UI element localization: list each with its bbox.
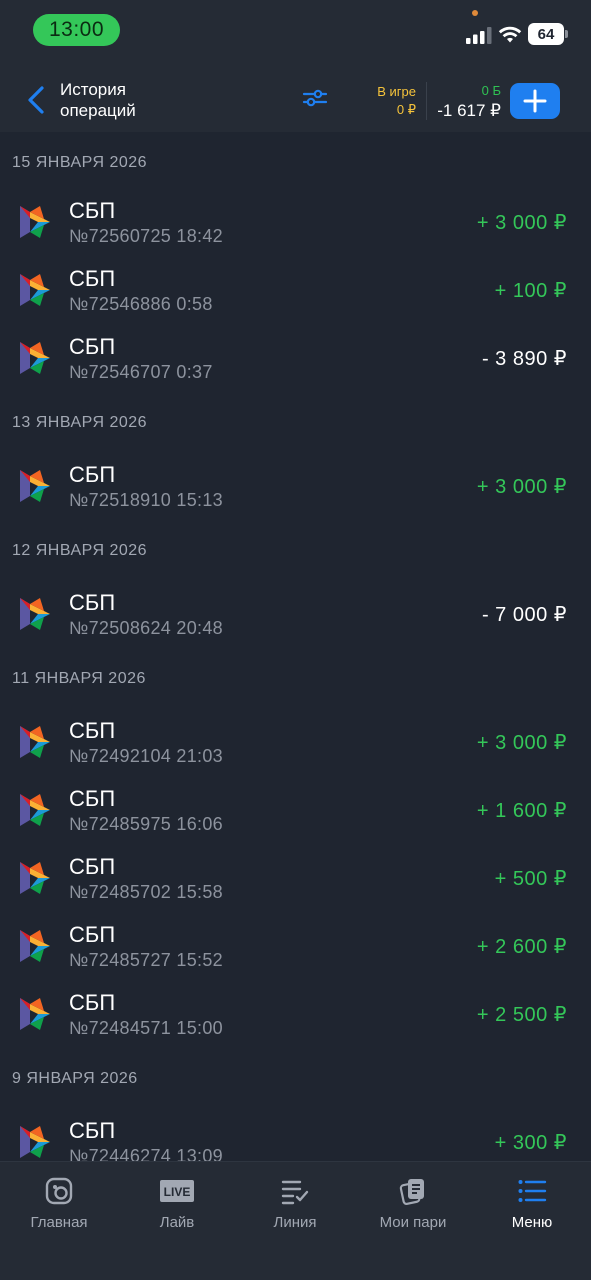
tab-home-label: Главная [30, 1214, 88, 1231]
bonus-points: 0 Б [481, 83, 501, 98]
tab-line[interactable]: Линия [236, 1162, 354, 1242]
operation-amount: + 2 500 ₽ [476, 1004, 567, 1026]
date-section-header: 11 ЯНВАРЯ 2026 [12, 670, 146, 687]
operation-row[interactable]: СБП №72546886 0:58 + 100 ₽ [0, 256, 591, 324]
in-game-label: В игре [377, 84, 416, 99]
tab-live-label: Лайв [159, 1214, 195, 1231]
sbp-logo-icon [20, 862, 50, 894]
operation-amount: + 2 600 ₽ [476, 936, 567, 958]
date-section-header: 13 ЯНВАРЯ 2026 [12, 414, 148, 431]
date-section-header: 12 ЯНВАРЯ 2026 [12, 542, 148, 559]
operation-amount: + 300 ₽ [494, 1132, 567, 1154]
operation-row[interactable]: СБП №72546707 0:37 - 3 890 ₽ [0, 324, 591, 392]
operation-name: СБП [69, 266, 116, 291]
operation-name: СБП [69, 718, 116, 743]
line-list-icon [281, 1180, 309, 1205]
account-balance[interactable]: 0 Б -1 617 ₽ [437, 82, 501, 121]
operation-name: СБП [69, 922, 116, 947]
plus-icon [523, 89, 547, 113]
operation-number-time: №72560725 18:42 [69, 226, 223, 246]
deposit-add-button[interactable] [510, 83, 560, 119]
tab-my-bets-label: Мои пари [379, 1214, 447, 1231]
sbp-logo-icon [20, 1126, 50, 1158]
header-divider [426, 82, 427, 120]
operation-row[interactable]: СБП №72484571 15:00 + 2 500 ₽ [0, 980, 591, 1048]
sbp-logo-icon [20, 794, 50, 826]
operation-amount: + 1 600 ₽ [476, 800, 567, 822]
operations-list: 15 ЯНВАРЯ 2026 СБП №72560725 18:42 + 3 000 … [0, 132, 591, 1176]
tab-home[interactable]: Главная [0, 1162, 118, 1242]
operation-amount: - 3 890 ₽ [481, 348, 567, 370]
sbp-logo-icon [20, 274, 50, 306]
operation-name: СБП [69, 462, 116, 487]
tab-live[interactable]: LIVE Лайв [118, 1162, 236, 1242]
sbp-logo-icon [20, 930, 50, 962]
sbp-logo-icon [20, 998, 50, 1030]
operation-name: СБП [69, 990, 116, 1015]
battery-tip [565, 30, 568, 38]
operation-amount: + 100 ₽ [494, 280, 567, 302]
live-icon: LIVE [160, 1180, 194, 1202]
my-bets-icon [399, 1179, 424, 1205]
date-section-header: 9 ЯНВАРЯ 2026 [12, 1070, 138, 1087]
operation-row[interactable]: СБП №72485702 15:58 + 500 ₽ [0, 844, 591, 912]
operation-number-time: №72485727 15:52 [69, 950, 223, 970]
operation-number-time: №72485702 15:58 [69, 882, 223, 902]
menu-icon [518, 1180, 547, 1202]
operation-amount: + 3 000 ₽ [476, 212, 567, 234]
operation-number-time: №72546707 0:37 [69, 362, 213, 382]
svg-text:LIVE: LIVE [164, 1185, 191, 1199]
battery-indicator: 64 [528, 23, 564, 45]
operation-number-time: №72484571 15:00 [69, 1018, 223, 1038]
operation-name: СБП [69, 786, 116, 811]
operation-row[interactable]: СБП №72560725 18:42 + 3 000 ₽ [0, 188, 591, 256]
tab-menu[interactable]: Меню [473, 1162, 591, 1242]
operation-amount: - 7 000 ₽ [481, 604, 567, 626]
operation-number-time: №72546886 0:58 [69, 294, 213, 314]
wifi-icon [498, 26, 522, 43]
bottom-tab-bar: Главная LIVE Лайв Линия Мои пари Меню [0, 1161, 591, 1280]
operation-name: СБП [69, 854, 116, 879]
status-time: 13:00 [33, 14, 120, 46]
operation-row[interactable]: СБП №72485727 15:52 + 2 600 ₽ [0, 912, 591, 980]
sbp-logo-icon [20, 470, 50, 502]
operation-number-time: №72492104 21:03 [69, 746, 223, 766]
in-game-balance: В игре 0 ₽ [377, 83, 416, 119]
operation-name: СБП [69, 1118, 116, 1143]
operation-row[interactable]: СБП №72492104 21:03 + 3 000 ₽ [0, 708, 591, 776]
back-chevron-icon[interactable] [24, 84, 50, 116]
privacy-indicator-dot [472, 10, 478, 16]
tab-line-label: Линия [273, 1214, 317, 1231]
operation-row[interactable]: СБП №72485975 16:06 + 1 600 ₽ [0, 776, 591, 844]
filter-sliders-icon[interactable] [300, 86, 330, 110]
home-icon [45, 1177, 73, 1205]
operation-amount: + 500 ₽ [494, 868, 567, 890]
operation-name: СБП [69, 198, 116, 223]
sbp-logo-icon [20, 206, 50, 238]
page-title-line-1: История [60, 80, 126, 99]
operation-row[interactable]: СБП №72518910 15:13 + 3 000 ₽ [0, 452, 591, 520]
operation-number-time: №72508624 20:48 [69, 618, 223, 638]
cellular-signal-icon [466, 27, 492, 44]
operation-row[interactable]: СБП №72508624 20:48 - 7 000 ₽ [0, 580, 591, 648]
status-bar: 13:00 64 [0, 0, 591, 64]
app-header: История операций В игре 0 ₽ 0 Б -1 617 ₽ [0, 64, 591, 132]
in-game-value: 0 ₽ [396, 102, 416, 117]
operation-name: СБП [69, 334, 116, 359]
date-section-header: 15 ЯНВАРЯ 2026 [12, 154, 148, 171]
sbp-logo-icon [20, 342, 50, 374]
sbp-logo-icon [20, 726, 50, 758]
operation-amount: + 3 000 ₽ [476, 732, 567, 754]
page-title-line-2: операций [60, 101, 136, 120]
operation-number-time: №72518910 15:13 [69, 490, 223, 510]
operation-amount: + 3 000 ₽ [476, 476, 567, 498]
sbp-logo-icon [20, 598, 50, 630]
tab-menu-label: Меню [511, 1214, 553, 1231]
tab-my-bets[interactable]: Мои пари [354, 1162, 472, 1242]
page-title[interactable]: История операций [60, 79, 200, 121]
balance-value: -1 617 ₽ [437, 101, 501, 120]
operation-name: СБП [69, 590, 116, 615]
operation-number-time: №72485975 16:06 [69, 814, 223, 834]
